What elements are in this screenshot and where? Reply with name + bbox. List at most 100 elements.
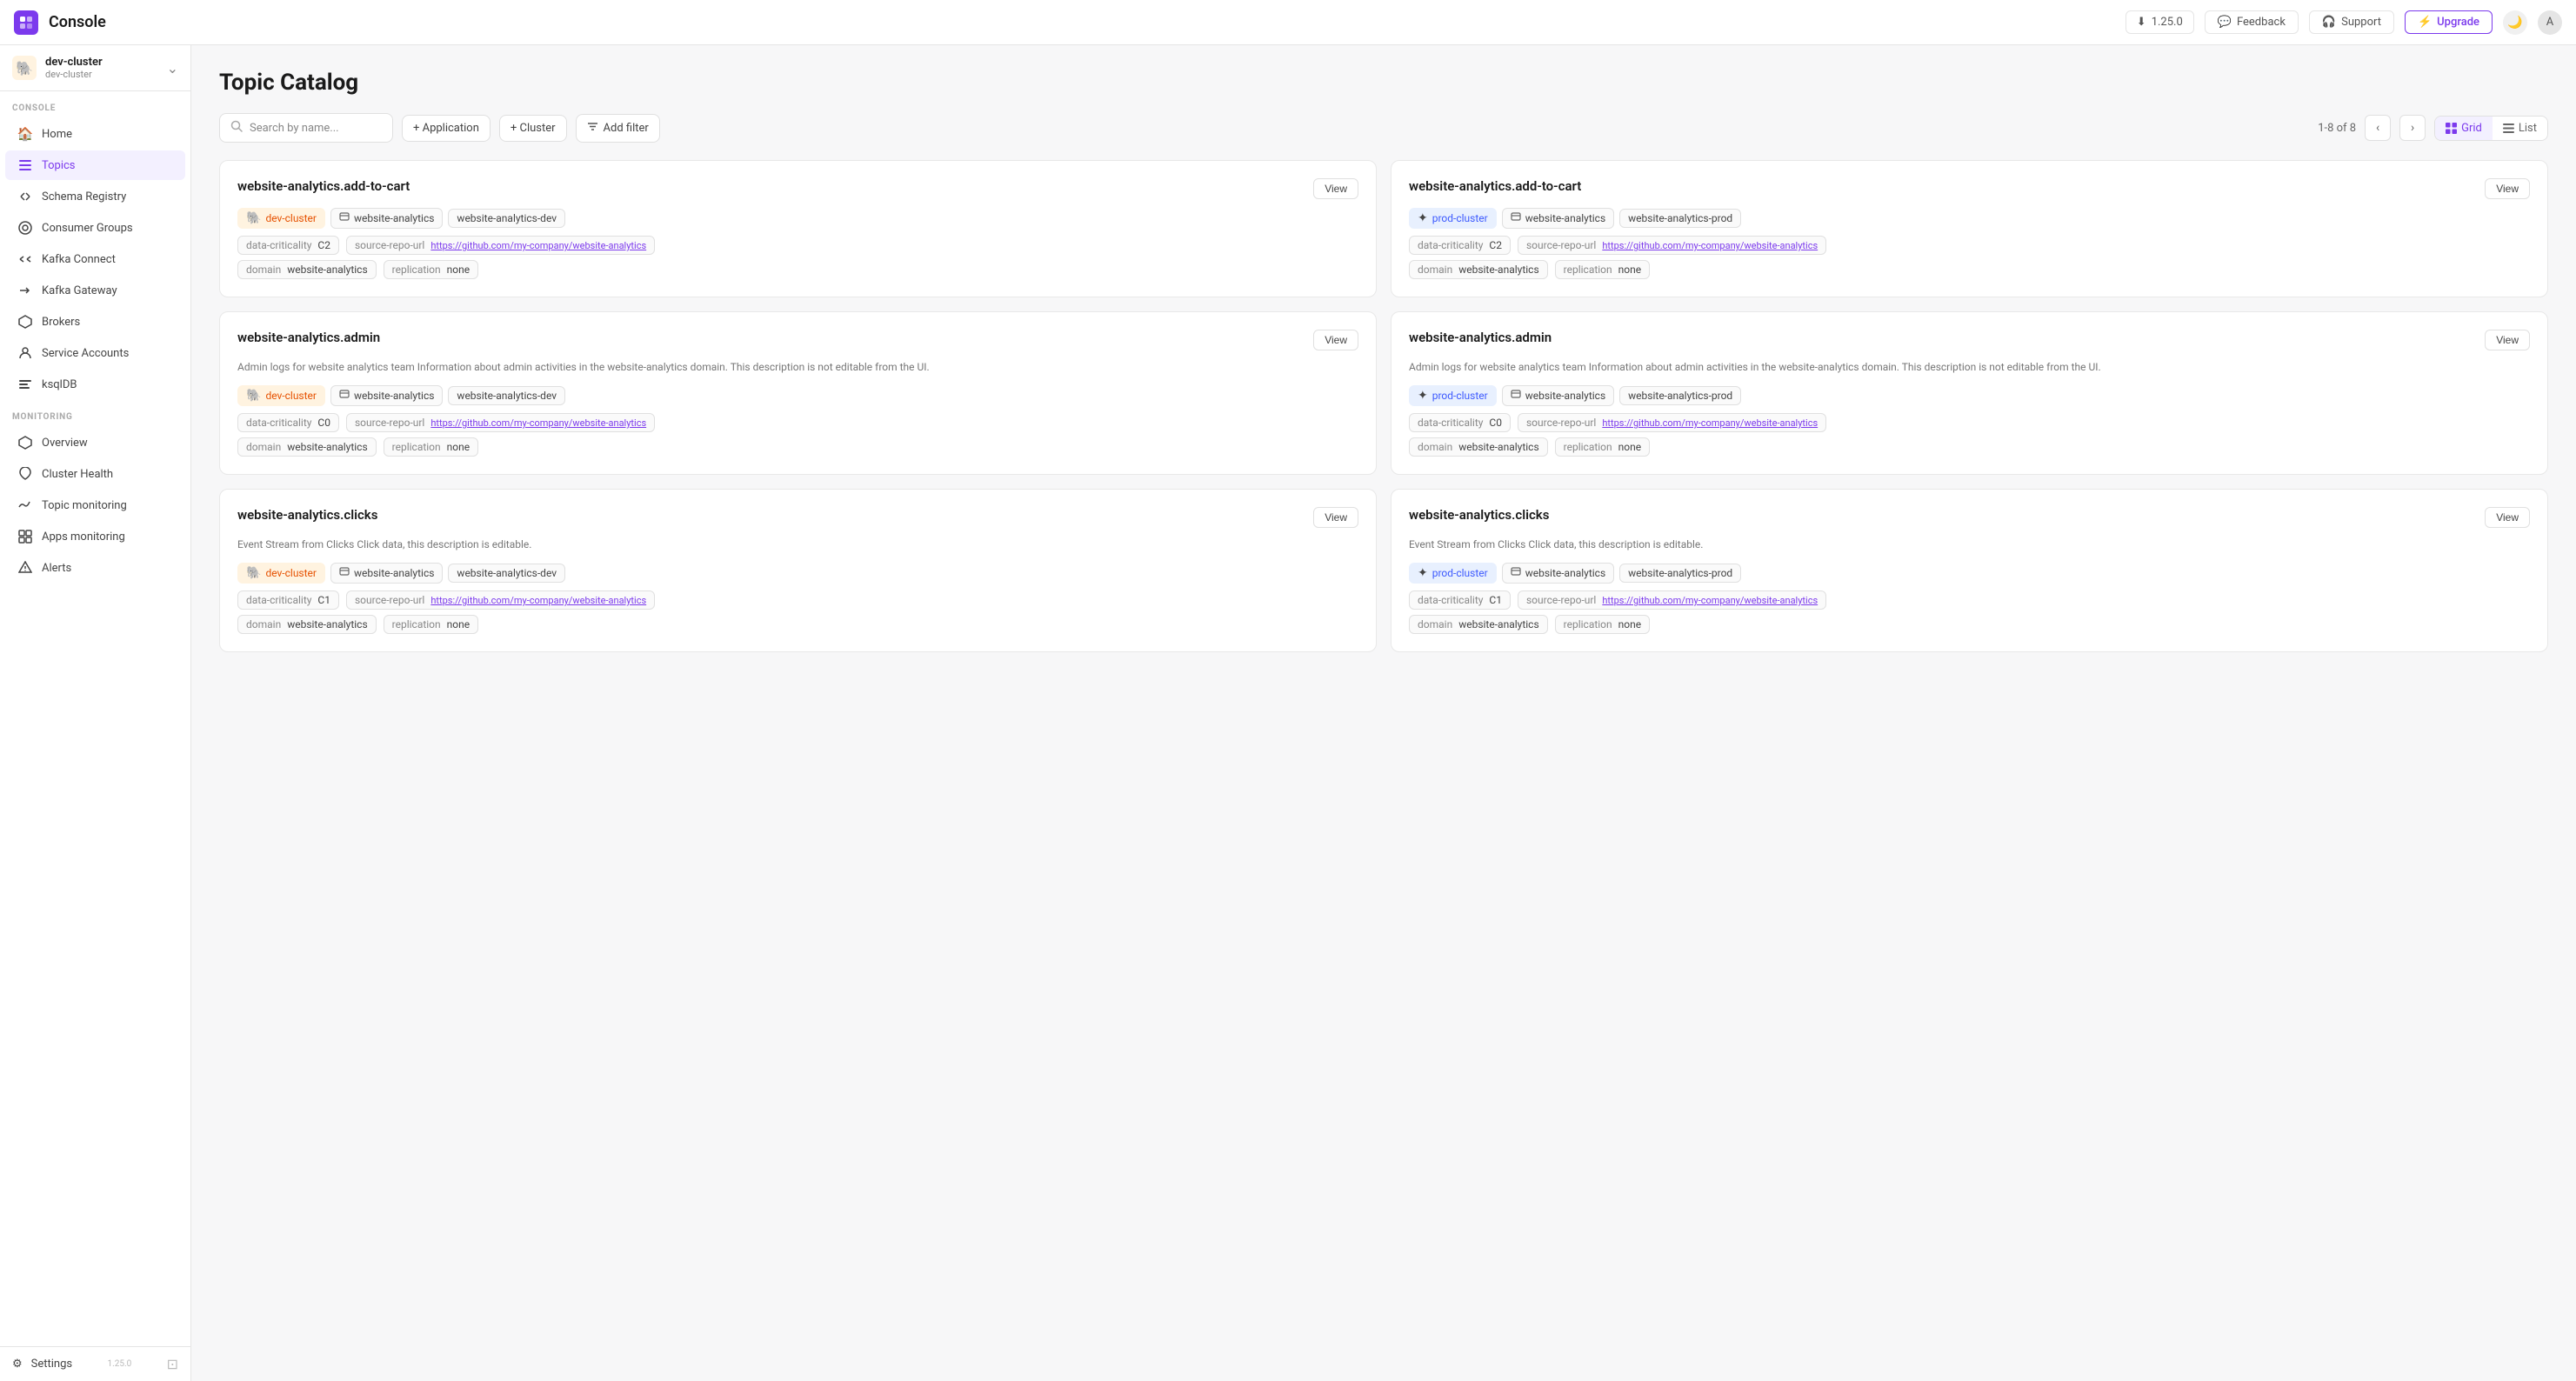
- view-topic-button[interactable]: View: [2485, 330, 2530, 350]
- data-criticality-value: C1: [317, 594, 330, 606]
- alerts-icon: [17, 560, 33, 576]
- cluster-name: dev-cluster: [45, 56, 158, 69]
- card-header: website-analytics.add-to-cart View: [237, 178, 1358, 199]
- sidebar-item-cluster-health[interactable]: Cluster Health: [5, 459, 185, 489]
- domain-key: domain: [1418, 264, 1452, 276]
- version-button[interactable]: ⬇ 1.25.0: [2126, 10, 2194, 34]
- domain-value: website-analytics: [287, 264, 367, 276]
- view-topic-button[interactable]: View: [1313, 507, 1358, 528]
- source-repo-value[interactable]: https://github.com/my-company/website-an…: [1602, 417, 1818, 429]
- source-repo-value[interactable]: https://github.com/my-company/website-an…: [430, 417, 646, 429]
- sidebar-item-alerts[interactable]: Alerts: [5, 553, 185, 583]
- grid-view-button[interactable]: Grid: [2435, 117, 2493, 140]
- sidebar-item-label: Topic monitoring: [42, 499, 127, 512]
- card-header: website-analytics.admin View: [1409, 330, 2530, 350]
- topic-monitoring-icon: [17, 497, 33, 513]
- sidebar-item-settings[interactable]: ⚙ Settings 1.25.0 ⊡: [0, 1347, 190, 1381]
- brokers-icon: [17, 314, 33, 330]
- sidebar-item-service-accounts[interactable]: Service Accounts: [5, 338, 185, 368]
- domain-value: website-analytics: [287, 441, 367, 453]
- cluster-tag-label: prod-cluster: [1432, 390, 1488, 402]
- cluster-tag-row: 🐘 dev-cluster website-analytics website-…: [237, 208, 1358, 229]
- source-repo-value[interactable]: https://github.com/my-company/website-an…: [430, 240, 646, 251]
- feedback-icon: 💬: [2218, 16, 2232, 29]
- next-page-button[interactable]: ›: [2399, 115, 2426, 141]
- sidebar-item-label: Overview: [42, 437, 88, 450]
- env-tag: website-analytics-prod: [1619, 209, 1741, 228]
- prev-page-button[interactable]: ‹: [2365, 115, 2391, 141]
- sidebar-item-consumer-groups[interactable]: Consumer Groups: [5, 213, 185, 243]
- list-view-button[interactable]: List: [2493, 117, 2547, 140]
- source-repo-value[interactable]: https://github.com/my-company/website-an…: [1602, 240, 1818, 251]
- source-repo-value[interactable]: https://github.com/my-company/website-an…: [430, 595, 646, 606]
- sidebar-item-ksqldb[interactable]: ksqlDB: [5, 370, 185, 399]
- grid-label: Grid: [2461, 122, 2482, 135]
- sidebar: 🐘 dev-cluster dev-cluster ⌄ CONSOLE 🏠 Ho…: [0, 45, 191, 1381]
- source-repo-tag: source-repo-url https://github.com/my-co…: [1518, 413, 1826, 432]
- card-title: website-analytics.admin: [1409, 330, 1552, 345]
- cluster-tag-icon: 🐘: [246, 211, 261, 225]
- card-title: website-analytics.add-to-cart: [1409, 178, 1581, 194]
- add-filter-button[interactable]: Add filter: [576, 114, 660, 143]
- sidebar-item-overview[interactable]: Overview: [5, 428, 185, 457]
- sidebar-item-schema-registry[interactable]: Schema Registry: [5, 182, 185, 211]
- view-topic-button[interactable]: View: [2485, 507, 2530, 528]
- search-input[interactable]: Search by name...: [219, 113, 393, 143]
- replication-value: none: [1618, 441, 1641, 453]
- support-button[interactable]: 🎧 Support: [2309, 10, 2394, 34]
- cluster-selector[interactable]: 🐘 dev-cluster dev-cluster ⌄: [0, 45, 190, 91]
- card-title: website-analytics.clicks: [237, 507, 377, 523]
- application-tag: website-analytics: [330, 563, 443, 584]
- cluster-tag: 🐘 dev-cluster: [237, 563, 325, 584]
- cluster-tag-row: ✦ prod-cluster website-analytics website…: [1409, 208, 2530, 229]
- application-tag: website-analytics: [330, 385, 443, 406]
- data-criticality-key: data-criticality: [1418, 417, 1483, 429]
- application-tag-label: website-analytics: [354, 390, 434, 402]
- application-filter[interactable]: + Application: [402, 115, 491, 142]
- domain-tag: domain website-analytics: [237, 437, 377, 457]
- sidebar-item-home[interactable]: 🏠 Home: [5, 119, 185, 149]
- cluster-tag-row: 🐘 dev-cluster website-analytics website-…: [237, 385, 1358, 406]
- sidebar-item-brokers[interactable]: Brokers: [5, 307, 185, 337]
- source-repo-key: source-repo-url: [1526, 239, 1596, 251]
- source-repo-key: source-repo-url: [355, 594, 424, 606]
- apps-monitoring-icon: [17, 529, 33, 544]
- application-tag-label: website-analytics: [354, 212, 434, 224]
- domain-value: website-analytics: [1458, 441, 1538, 453]
- cluster-tag-label: prod-cluster: [1432, 212, 1488, 224]
- sidebar-expand-icon[interactable]: ⊡: [167, 1356, 178, 1372]
- meta-row-2: domain website-analytics replication non…: [237, 437, 1358, 457]
- sidebar-item-kafka-gateway[interactable]: Kafka Gateway: [5, 276, 185, 305]
- view-topic-button[interactable]: View: [1313, 178, 1358, 199]
- sidebar-item-topics[interactable]: Topics: [5, 150, 185, 180]
- topic-card: website-analytics.admin View Admin logs …: [1391, 311, 2548, 475]
- data-criticality-value: C2: [1489, 239, 1502, 251]
- env-tag-label: website-analytics-prod: [1628, 212, 1732, 224]
- cluster-tag-label: dev-cluster: [265, 567, 317, 579]
- cluster-filter[interactable]: + Cluster: [499, 115, 567, 142]
- upgrade-button[interactable]: ⚡ Upgrade: [2405, 10, 2493, 34]
- avatar[interactable]: A: [2538, 10, 2562, 35]
- add-filter-label: Add filter: [604, 122, 649, 135]
- data-criticality-key: data-criticality: [246, 417, 311, 429]
- application-tag: website-analytics: [1502, 385, 1614, 406]
- settings-label: Settings: [31, 1358, 72, 1371]
- sidebar-item-label: Kafka Connect: [42, 253, 116, 266]
- sidebar-item-kafka-connect[interactable]: Kafka Connect: [5, 244, 185, 274]
- sidebar-item-apps-monitoring[interactable]: Apps monitoring: [5, 522, 185, 551]
- view-topic-button[interactable]: View: [1313, 330, 1358, 350]
- view-topic-button[interactable]: View: [2485, 178, 2530, 199]
- source-repo-key: source-repo-url: [1526, 417, 1596, 429]
- sidebar-item-topic-monitoring[interactable]: Topic monitoring: [5, 490, 185, 520]
- meta-row-2: domain website-analytics replication non…: [1409, 615, 2530, 634]
- domain-key: domain: [246, 441, 281, 453]
- theme-toggle[interactable]: 🌙: [2503, 10, 2527, 35]
- meta-row: data-criticality C1 source-repo-url http…: [237, 590, 1358, 610]
- cluster-tag: 🐘 dev-cluster: [237, 208, 325, 229]
- source-repo-tag: source-repo-url https://github.com/my-co…: [346, 236, 655, 255]
- sidebar-item-label: Brokers: [42, 316, 80, 329]
- meta-row-2: domain website-analytics replication non…: [1409, 437, 2530, 457]
- feedback-button[interactable]: 💬 Feedback: [2205, 10, 2299, 34]
- sidebar-item-label: Alerts: [42, 562, 71, 575]
- source-repo-value[interactable]: https://github.com/my-company/website-an…: [1602, 595, 1818, 606]
